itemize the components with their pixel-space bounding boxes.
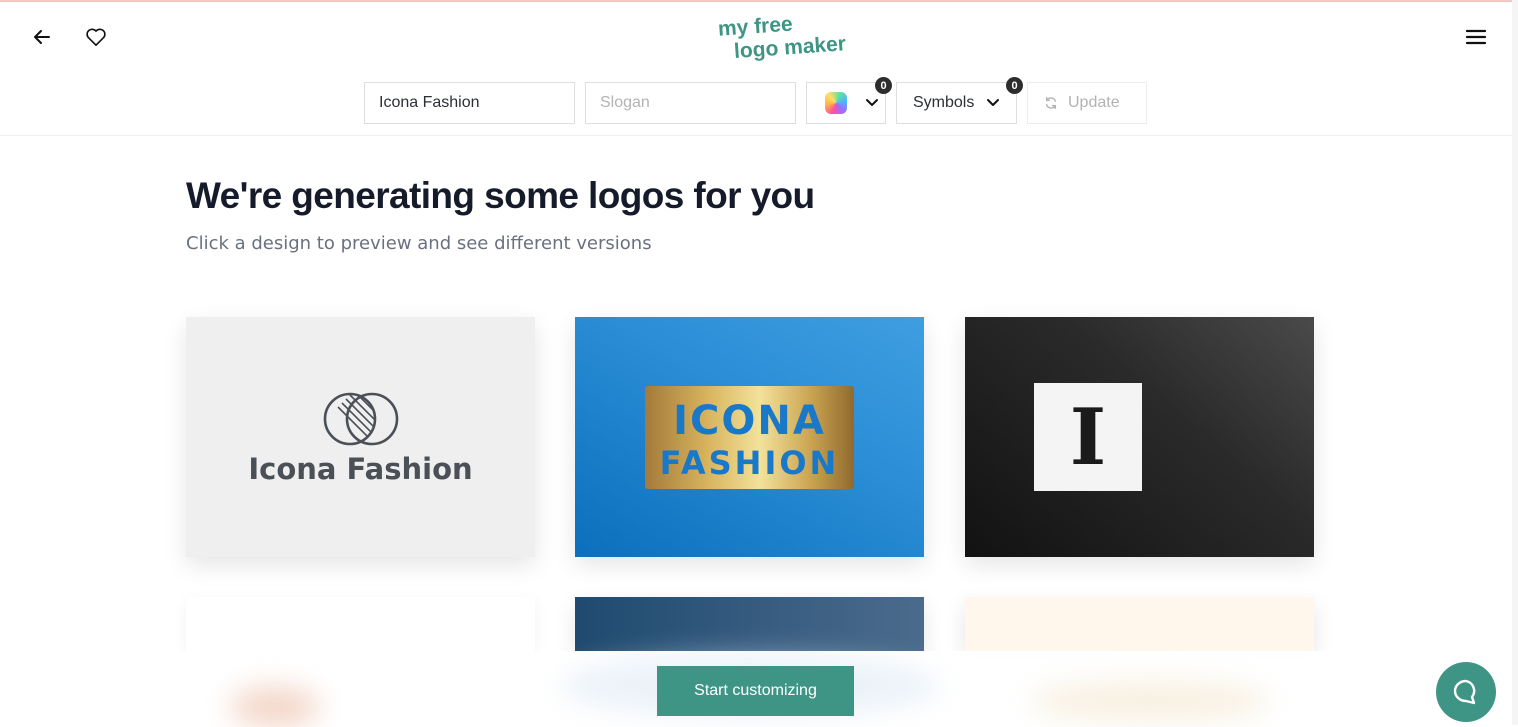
gold-plate: ICONA FASHION — [645, 386, 854, 489]
header: my free logo maker 0 Symbols 0 — [0, 2, 1518, 136]
logo-card-3[interactable]: I — [965, 317, 1314, 557]
page-title: We're generating some logos for you — [186, 175, 815, 216]
update-button[interactable]: Update — [1027, 82, 1147, 124]
interlocking-rings-icon — [323, 392, 399, 446]
start-customizing-button[interactable]: Start customizing — [657, 666, 854, 716]
logo-card-2-line-1: ICONA — [673, 398, 826, 444]
help-chat-button[interactable] — [1436, 662, 1496, 722]
page-subtitle: Click a design to preview and see differ… — [186, 233, 652, 254]
chevron-down-icon — [987, 99, 1000, 106]
business-name-input[interactable] — [364, 82, 575, 124]
logo-card-2[interactable]: ICONA FASHION — [575, 317, 924, 557]
logo-card-2-line-2: FASHION — [659, 444, 840, 482]
favorites-button[interactable] — [78, 19, 114, 55]
logo-card-3-monogram: I — [1034, 383, 1142, 491]
update-label: Update — [1068, 94, 1120, 111]
blur-shape — [230, 687, 320, 727]
blur-shape — [1030, 681, 1270, 721]
symbols-count-badge: 0 — [1006, 77, 1023, 94]
brand-logo[interactable]: my free logo maker — [712, 12, 866, 62]
symbols-label: Symbols — [913, 94, 975, 111]
logo-card-5[interactable] — [575, 597, 924, 651]
logo-card-1[interactable]: Icona Fashion — [186, 317, 535, 557]
symbols-dropdown-button[interactable]: Symbols — [896, 82, 1017, 124]
logo-toolbar: 0 Symbols 0 Update — [0, 77, 1518, 126]
scrollbar-track[interactable] — [1512, 0, 1518, 725]
logo-card-4[interactable] — [186, 597, 535, 651]
logo-card-1-text: Icona Fashion — [248, 452, 473, 486]
back-button[interactable] — [24, 19, 60, 55]
slogan-input[interactable] — [585, 82, 796, 124]
chevron-down-icon — [866, 99, 878, 106]
refresh-icon — [1045, 97, 1057, 109]
color-picker-button[interactable] — [806, 82, 886, 124]
color-swatch-icon — [825, 92, 847, 114]
menu-button[interactable] — [1458, 19, 1494, 55]
arrow-left-icon — [34, 30, 50, 44]
color-count-badge: 0 — [875, 77, 892, 94]
chat-bubble-icon — [1453, 679, 1476, 705]
hamburger-menu-icon — [1466, 29, 1486, 45]
heart-icon — [86, 28, 106, 46]
logo-card-6[interactable] — [965, 597, 1314, 651]
